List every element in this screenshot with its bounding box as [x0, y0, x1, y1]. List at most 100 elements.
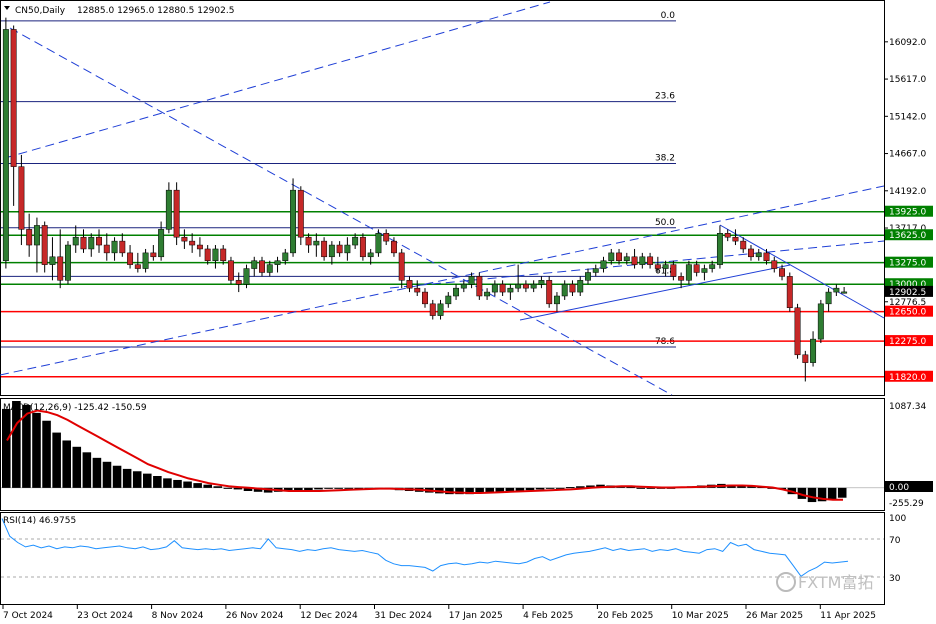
price-tag-label: 11820.0: [889, 373, 926, 383]
candle-body: [833, 287, 840, 293]
macd-bar: [193, 483, 202, 488]
candle-body: [670, 264, 677, 277]
date-label: 11 Apr 2025: [820, 611, 876, 621]
candle-body: [26, 229, 33, 246]
candle-body: [732, 236, 739, 242]
date-label: 10 Mar 2025: [672, 611, 729, 621]
fib-label-38.2: 38.2: [655, 154, 675, 164]
candle-body: [507, 287, 514, 293]
candle-body: [561, 283, 568, 297]
candle-body: [2, 29, 9, 261]
candle-body: [763, 252, 770, 261]
candle-body: [282, 252, 289, 261]
candle-body: [546, 280, 553, 305]
date-label: 23 Oct 2024: [77, 611, 133, 621]
macd-bar: [52, 432, 61, 488]
candle-body: [173, 189, 180, 238]
candle-body: [204, 248, 211, 261]
candle-body: [352, 236, 359, 246]
candle-body: [429, 303, 436, 316]
candle-body: [678, 276, 685, 281]
rsi-label: RSI(14) 46.9755: [3, 516, 76, 526]
candle-body: [608, 252, 615, 261]
rsi-axis-100: 100: [889, 514, 906, 524]
candle-body: [771, 260, 778, 269]
macd-bar: [183, 481, 192, 488]
collapse-triangle-icon[interactable]: [4, 6, 10, 10]
candle-body: [755, 252, 762, 258]
macd-bar: [314, 487, 323, 490]
candle-body: [817, 303, 824, 340]
candle-body: [647, 256, 654, 265]
macd-axis-top: 1087.34: [889, 402, 926, 412]
price-tag-label: 13625.0: [889, 231, 926, 241]
candle-body: [779, 268, 785, 277]
macd-axis-zero: 0.00: [889, 483, 909, 493]
macd-bar: [525, 487, 535, 491]
candle-body: [631, 256, 638, 265]
candle-body: [328, 244, 335, 258]
fib-label-50.0: 50.0: [655, 218, 675, 228]
candle-body: [88, 236, 95, 250]
price-tag-label: 12650.0: [889, 308, 926, 318]
candle-body: [460, 283, 467, 289]
price-tick-label: 15142.0: [889, 112, 926, 122]
macd-bar: [143, 473, 152, 488]
candle-body: [786, 276, 793, 309]
candle-body: [724, 233, 731, 238]
candle-body: [553, 295, 560, 305]
fib-label-0.0: 0.0: [661, 11, 676, 21]
candle-body: [251, 260, 258, 269]
candle-body: [484, 291, 491, 297]
candle-body: [10, 29, 17, 167]
candle-body: [383, 233, 390, 242]
candle-body: [748, 248, 754, 258]
candle-body: [359, 236, 366, 258]
candle-body: [522, 283, 529, 289]
date-label: 7 Oct 2024: [3, 611, 53, 621]
chart-canvas[interactable]: 0.023.638.250.061.878.6 16092.015617.015…: [0, 0, 936, 624]
candle-body: [515, 283, 522, 289]
candle-body: [103, 244, 110, 254]
candle-body: [243, 268, 250, 285]
candle-body: [290, 189, 297, 254]
candle-body: [491, 283, 498, 293]
candle-body: [212, 248, 219, 261]
macd-bar: [32, 412, 41, 488]
candle-body: [406, 280, 413, 289]
candle-body: [266, 264, 273, 273]
macd-bar: [82, 452, 92, 488]
trendlines-layer: [0, 1, 885, 396]
price-tick-label: 16092.0: [889, 38, 926, 48]
candle-body: [802, 354, 809, 363]
macd-bar: [334, 487, 343, 489]
channel-upper-trendline: [4, 1, 551, 159]
macd-bar: [203, 484, 212, 488]
macd-bar: [827, 487, 837, 500]
candle-body: [336, 244, 343, 254]
date-label: 26 Nov 2024: [226, 611, 284, 621]
candle-body: [530, 283, 537, 289]
candle-body: [740, 240, 747, 250]
macd-bar: [223, 487, 233, 489]
candle-body: [127, 252, 134, 265]
date-label: 17 Jan 2025: [449, 611, 503, 621]
macd-label: MACD(12,26,9) -125.42 -150.59: [3, 403, 147, 413]
macd-bar: [2, 408, 11, 488]
candle-body: [344, 244, 351, 254]
watermark-text: FXTM富拓: [798, 573, 873, 592]
candle-body: [709, 264, 716, 269]
watermark-logo-icon: [776, 572, 796, 592]
candle-body: [468, 276, 475, 285]
price-tag-label: 13925.0: [889, 208, 926, 218]
price-tag-label: 12902.5: [889, 288, 926, 298]
rsi-panel-frame: [0, 512, 885, 605]
macd-bar: [112, 465, 122, 488]
macd-bar: [324, 487, 333, 489]
candle-body: [235, 280, 242, 285]
macd-panel-frame: [0, 398, 885, 511]
macd-bar: [72, 446, 82, 488]
candle-body: [685, 264, 692, 281]
price-tag-label: 12275.0: [889, 337, 926, 347]
candle-body: [96, 236, 102, 246]
